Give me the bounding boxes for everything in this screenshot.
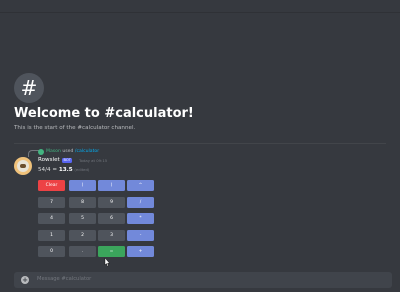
reply-username[interactable]: Mason: [46, 149, 61, 154]
calc-plus-button[interactable]: +: [127, 246, 154, 257]
expression-result: 13.5: [58, 167, 73, 173]
calc-2-button[interactable]: 2: [69, 230, 96, 241]
calc-minus-button[interactable]: -: [127, 230, 154, 241]
message-input-placeholder[interactable]: Message #calculator: [37, 276, 91, 282]
calc-close-paren-button[interactable]: ): [98, 180, 125, 191]
channel-start-text: This is the start of the #calculator cha…: [14, 125, 136, 131]
reply-used-label: used: [62, 149, 74, 154]
calc-1-button[interactable]: 1: [38, 230, 65, 241]
message-divider: [14, 143, 386, 144]
calc-6-button[interactable]: 6: [98, 213, 125, 224]
calc-open-paren-button[interactable]: (: [69, 180, 96, 191]
calculator-expression: 54/4 = 13.5 (edited): [38, 167, 89, 173]
reply-reference[interactable]: Mason used /calculator: [46, 149, 99, 154]
expression-text: 54/4 =: [38, 167, 59, 173]
calc-multiply-button[interactable]: *: [127, 213, 154, 224]
message-author[interactable]: Rowslet: [38, 157, 60, 163]
reply-avatar-icon[interactable]: [38, 149, 44, 155]
message-composer[interactable]: + Message #calculator: [14, 272, 392, 288]
message-timestamp: Today at 09:15: [79, 158, 108, 163]
edited-label: (edited): [74, 167, 90, 172]
bot-badge: BOT: [62, 158, 73, 163]
calc-7-button[interactable]: 7: [38, 197, 65, 208]
calc-9-button[interactable]: 9: [98, 197, 125, 208]
calc-power-button[interactable]: ^: [127, 180, 154, 191]
calc-decimal-button[interactable]: .: [69, 246, 96, 257]
channel-welcome-title: Welcome to #calculator!: [14, 106, 194, 121]
calc-equals-button[interactable]: =: [98, 246, 125, 257]
channel-hash-icon: #: [14, 73, 44, 103]
bot-avatar[interactable]: [14, 157, 32, 175]
mouse-pointer-icon: [104, 258, 110, 267]
channel-header-bar: [0, 0, 400, 13]
calc-4-button[interactable]: 4: [38, 213, 65, 224]
calc-0-button[interactable]: 0: [38, 246, 65, 257]
calc-divide-button[interactable]: /: [127, 197, 154, 208]
calc-8-button[interactable]: 8: [69, 197, 96, 208]
calc-clear-button[interactable]: Clear: [38, 180, 65, 191]
attach-plus-icon[interactable]: +: [21, 276, 29, 284]
calc-3-button[interactable]: 3: [98, 230, 125, 241]
calc-5-button[interactable]: 5: [69, 213, 96, 224]
reply-command-name[interactable]: /calculator: [75, 149, 99, 154]
